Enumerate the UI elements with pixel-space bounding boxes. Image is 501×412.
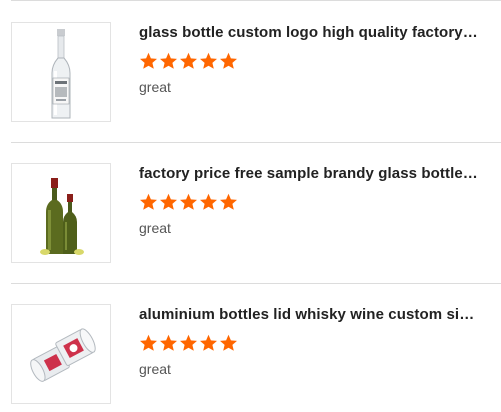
review-comment: great: [139, 79, 171, 95]
star-icon: [199, 52, 218, 70]
product-thumbnail[interactable]: [11, 304, 111, 404]
aluminium-lids-icon: [12, 305, 110, 403]
star-icon: [159, 52, 178, 70]
product-thumbnail[interactable]: [11, 163, 111, 263]
star-icon: [219, 334, 238, 352]
star-rating: [139, 52, 239, 70]
star-rating: [139, 334, 239, 352]
star-icon: [139, 334, 158, 352]
star-icon: [219, 193, 238, 211]
product-thumbnail[interactable]: [11, 22, 111, 122]
star-icon: [199, 193, 218, 211]
star-rating: [139, 193, 239, 211]
review-product-title[interactable]: glass bottle custom logo high quality fa…: [139, 24, 481, 41]
star-icon: [179, 52, 198, 70]
star-icon: [139, 193, 158, 211]
top-divider: [11, 0, 501, 1]
review-product-title[interactable]: aluminium bottles lid whisky wine custom…: [139, 306, 481, 323]
review-product-title[interactable]: factory price free sample brandy glass b…: [139, 165, 481, 182]
star-icon: [139, 52, 158, 70]
star-icon: [219, 52, 238, 70]
review-comment: great: [139, 220, 171, 236]
star-icon: [179, 334, 198, 352]
review-divider: [11, 142, 501, 143]
review-comment: great: [139, 361, 171, 377]
review-divider: [11, 283, 501, 284]
review-item[interactable]: factory price free sample brandy glass b…: [11, 163, 501, 263]
review-item[interactable]: glass bottle custom logo high quality fa…: [11, 22, 501, 122]
star-icon: [199, 334, 218, 352]
review-item[interactable]: aluminium bottles lid whisky wine custom…: [11, 304, 501, 404]
star-icon: [159, 193, 178, 211]
star-icon: [159, 334, 178, 352]
green-glass-bottles-icon: [12, 164, 110, 262]
star-icon: [179, 193, 198, 211]
clear-glass-bottle-icon: [12, 23, 110, 121]
